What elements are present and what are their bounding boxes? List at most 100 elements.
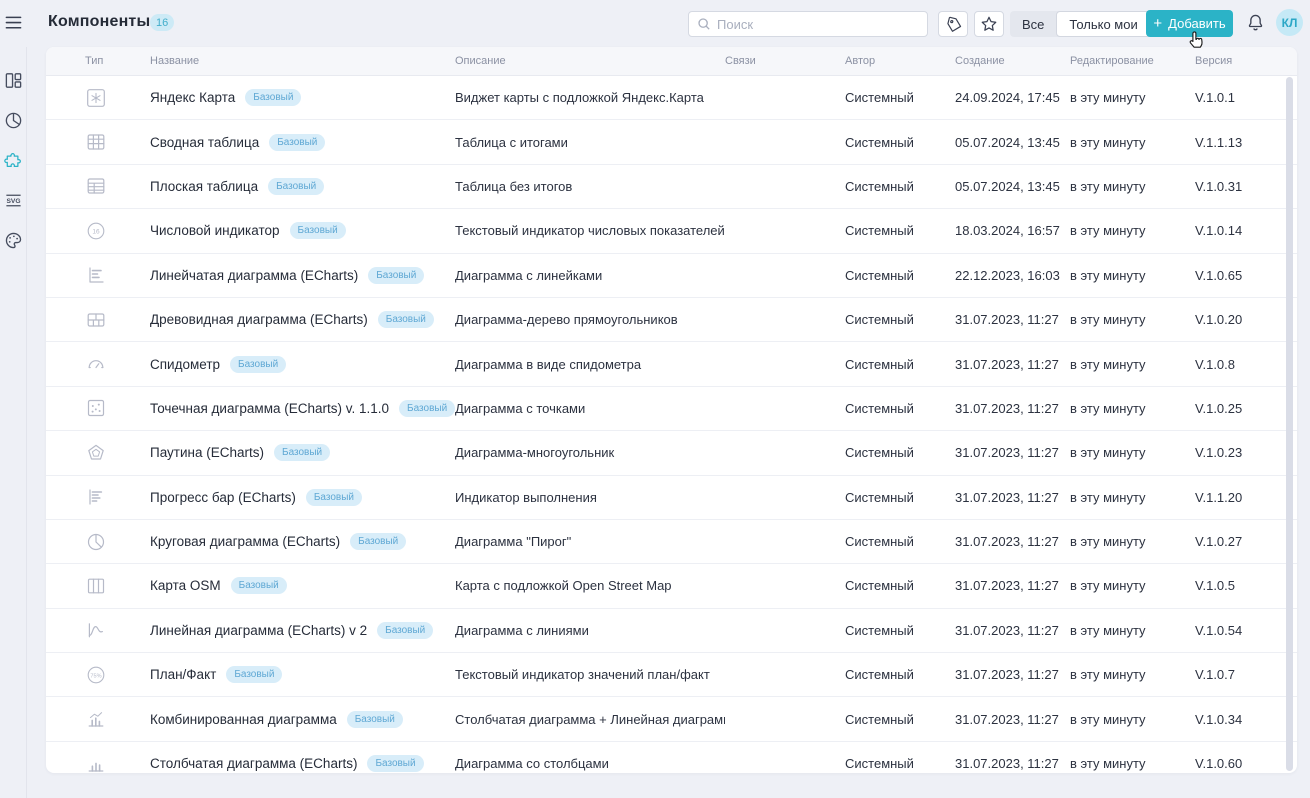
tag-icon xyxy=(945,16,962,33)
yandex-map-icon xyxy=(85,87,107,109)
component-author: Системный xyxy=(845,223,955,238)
component-created: 31.07.2023, 11:27 xyxy=(955,357,1070,372)
user-avatar[interactable]: КЛ xyxy=(1276,9,1303,36)
component-description: Столбчатая диаграмма + Линейная диаграмм… xyxy=(455,712,725,727)
table-row[interactable]: Линейчатая диаграмма (ECharts) Базовый Д… xyxy=(46,254,1297,298)
table-row[interactable]: Спидометр Базовый Диаграмма в виде спидо… xyxy=(46,342,1297,386)
component-created: 31.07.2023, 11:27 xyxy=(955,490,1070,505)
filter-all-option[interactable]: Все xyxy=(1010,11,1056,37)
menu-icon[interactable] xyxy=(5,15,22,31)
table-row[interactable]: Паутина (ECharts) Базовый Диаграмма-мног… xyxy=(46,431,1297,475)
component-version: V.1.0.14 xyxy=(1195,223,1297,238)
table-row[interactable]: 75% План/Факт Базовый Текстовый индикато… xyxy=(46,653,1297,697)
component-created: 31.07.2023, 11:27 xyxy=(955,756,1070,771)
search-icon xyxy=(697,17,711,31)
filter-mine-option[interactable]: Только мои xyxy=(1056,11,1150,37)
table-header-row: ТипНазваниеОписаниеСвязиАвторСозданиеРед… xyxy=(46,47,1297,76)
component-description: Диаграмма с линиями xyxy=(455,623,725,638)
base-badge: Базовый xyxy=(367,755,423,772)
component-version: V.1.0.5 xyxy=(1195,578,1297,593)
component-name: Сводная таблица xyxy=(150,135,259,150)
component-author: Системный xyxy=(845,312,955,327)
column-header-3: Описание xyxy=(455,55,725,67)
component-name: Точечная диаграмма (ECharts) v. 1.1.0 xyxy=(150,401,389,416)
base-badge: Базовый xyxy=(268,178,324,195)
pie-chart-icon xyxy=(85,531,107,553)
component-edited: в эту минуту xyxy=(1070,357,1195,372)
component-description: Диаграмма-дерево прямоугольников xyxy=(455,312,725,327)
table-row[interactable]: Древовидная диаграмма (ECharts) Базовый … xyxy=(46,298,1297,342)
search-box[interactable] xyxy=(688,11,928,37)
plus-icon: + xyxy=(1153,15,1162,32)
component-edited: в эту минуту xyxy=(1070,667,1195,682)
column-header-7: Редактирование xyxy=(1070,55,1195,67)
component-author: Системный xyxy=(845,357,955,372)
component-created: 31.07.2023, 11:27 xyxy=(955,445,1070,460)
flat-table-icon xyxy=(85,175,107,197)
search-input[interactable] xyxy=(717,17,919,32)
notifications-bell-icon[interactable] xyxy=(1246,13,1265,33)
table-row[interactable]: Линейная диаграмма (ECharts) v 2 Базовый… xyxy=(46,609,1297,653)
component-edited: в эту минуту xyxy=(1070,534,1195,549)
add-component-button[interactable]: + Добавить xyxy=(1146,10,1233,37)
line-chart-icon xyxy=(85,619,107,641)
component-edited: в эту минуту xyxy=(1070,578,1195,593)
tags-filter-button[interactable] xyxy=(938,11,968,37)
component-name: Прогресс бар (ECharts) xyxy=(150,490,296,505)
base-badge: Базовый xyxy=(231,577,287,594)
favorites-filter-button[interactable] xyxy=(974,11,1004,37)
component-edited: в эту минуту xyxy=(1070,712,1195,727)
component-description: Карта с подложкой Open Street Map xyxy=(455,578,725,593)
radar-icon xyxy=(85,442,107,464)
table-row[interactable]: 16 Числовой индикатор Базовый Текстовый … xyxy=(46,209,1297,253)
component-description: Индикатор выполнения xyxy=(455,490,725,505)
column-header-5: Автор xyxy=(845,55,955,67)
vertical-scrollbar[interactable] xyxy=(1286,77,1293,771)
column-header-1: Тип xyxy=(46,55,150,67)
left-sidebar: SVG xyxy=(0,0,27,798)
svg-text:75%: 75% xyxy=(90,673,101,679)
table-row[interactable]: Комбинированная диаграмма Базовый Столбч… xyxy=(46,697,1297,741)
table-row[interactable]: Столбчатая диаграмма (ECharts) Базовый Д… xyxy=(46,742,1297,773)
component-version: V.1.0.25 xyxy=(1195,401,1297,416)
column-header-8: Версия xyxy=(1195,55,1297,67)
bar-vertical-icon xyxy=(85,753,107,773)
page-title: Компоненты xyxy=(48,13,150,31)
base-badge: Базовый xyxy=(306,489,362,506)
component-description: Диаграмма с линейками xyxy=(455,268,725,283)
svg-text:SVG: SVG xyxy=(6,198,20,205)
component-version: V.1.1.20 xyxy=(1195,490,1297,505)
combo-chart-icon xyxy=(85,708,107,730)
column-header-4: Связи xyxy=(725,55,845,67)
table-row[interactable]: Круговая диаграмма (ECharts) Базовый Диа… xyxy=(46,520,1297,564)
svg-assets-icon[interactable]: SVG xyxy=(4,191,23,210)
component-description: Таблица без итогов xyxy=(455,179,725,194)
component-author: Системный xyxy=(845,578,955,593)
table-row[interactable]: Сводная таблица Базовый Таблица с итогам… xyxy=(46,120,1297,164)
table-row[interactable]: Точечная диаграмма (ECharts) v. 1.1.0 Ба… xyxy=(46,387,1297,431)
component-created: 31.07.2023, 11:27 xyxy=(955,401,1070,416)
table-row[interactable]: Прогресс бар (ECharts) Базовый Индикатор… xyxy=(46,476,1297,520)
table-row[interactable]: Яндекс Карта Базовый Виджет карты с подл… xyxy=(46,76,1297,120)
component-description: Текстовый индикатор числовых показателей xyxy=(455,223,725,238)
dashboards-icon[interactable] xyxy=(4,71,23,90)
scatter-icon xyxy=(85,397,107,419)
component-version: V.1.0.7 xyxy=(1195,667,1297,682)
component-author: Системный xyxy=(845,135,955,150)
progress-bar-icon xyxy=(85,486,107,508)
base-badge: Базовый xyxy=(230,356,286,373)
components-icon[interactable] xyxy=(4,151,23,170)
component-version: V.1.0.60 xyxy=(1195,756,1297,771)
base-badge: Базовый xyxy=(226,666,282,683)
component-version: V.1.0.1 xyxy=(1195,90,1297,105)
component-created: 05.07.2024, 13:45 xyxy=(955,135,1070,150)
palette-icon[interactable] xyxy=(4,231,23,250)
component-version: V.1.0.27 xyxy=(1195,534,1297,549)
components-count-badge: 16 xyxy=(150,14,174,31)
charts-icon[interactable] xyxy=(4,111,23,130)
table-row[interactable]: Плоская таблица Базовый Таблица без итог… xyxy=(46,165,1297,209)
table-row[interactable]: Карта OSM Базовый Карта с подложкой Open… xyxy=(46,564,1297,608)
component-edited: в эту минуту xyxy=(1070,490,1195,505)
svg-text:16: 16 xyxy=(92,228,100,235)
base-badge: Базовый xyxy=(274,444,330,461)
